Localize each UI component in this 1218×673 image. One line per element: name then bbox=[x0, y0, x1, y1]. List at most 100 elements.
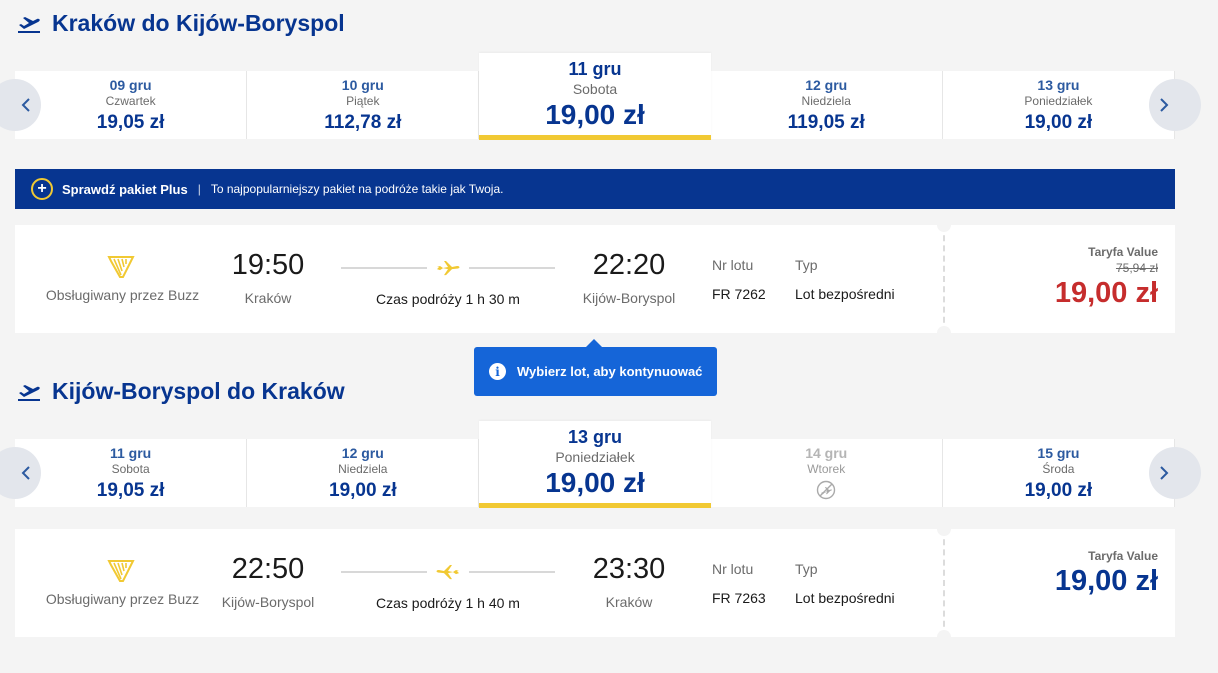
outbound-title: Kraków do Kijów-Boryspol bbox=[16, 10, 345, 37]
day-label: Poniedziałek bbox=[1024, 94, 1093, 108]
fare-label: Taryfa Value bbox=[1088, 549, 1158, 563]
day-label: Niedziela bbox=[801, 94, 851, 108]
arrival: 23:30 Kraków bbox=[559, 553, 699, 610]
date-label: 11 gru bbox=[109, 445, 152, 461]
departure-time: 19:50 bbox=[231, 249, 305, 281]
promo-banner[interactable]: + Sprawdź pakiet Plus | To najpopularnie… bbox=[15, 169, 1175, 209]
flight-duration: Czas podróży 1 h 40 m bbox=[376, 595, 520, 611]
next-dates-button[interactable] bbox=[1149, 447, 1201, 499]
fare-price: 19,00 zł bbox=[1054, 277, 1158, 309]
date-label: 12 gru bbox=[341, 445, 384, 461]
flight-duration: Czas podróży 1 h 30 m bbox=[376, 291, 520, 307]
date-option[interactable]: 11 gru Sobota 19,05 zł bbox=[15, 439, 248, 507]
select-flight-tooltip: i Wybierz lot, aby kontynuować bbox=[474, 339, 717, 396]
day-label: Środa bbox=[1042, 462, 1075, 476]
day-label: Niedziela bbox=[338, 462, 388, 476]
inbound-flight-card[interactable]: Obsługiwany przez Buzz 22:50 Kijów-Borys… bbox=[15, 529, 1175, 637]
route-line bbox=[341, 565, 555, 580]
fare-price: 19,00 zł bbox=[1054, 565, 1158, 597]
date-price: 19,05 zł bbox=[96, 480, 165, 501]
next-dates-button[interactable] bbox=[1149, 79, 1201, 131]
card-divider bbox=[943, 529, 945, 637]
departure-city: Kraków bbox=[244, 290, 292, 306]
date-option[interactable]: 09 gru Czwartek 19,05 zł bbox=[15, 71, 248, 139]
inbound-title: Kijów-Boryspol do Kraków bbox=[16, 378, 345, 405]
promo-separator: | bbox=[197, 182, 201, 196]
date-label: 14 gru bbox=[805, 445, 848, 461]
route-line bbox=[341, 261, 555, 276]
inbound-title-text: Kijów-Boryspol do Kraków bbox=[52, 378, 345, 404]
info-icon: i bbox=[489, 363, 506, 380]
no-flight-icon bbox=[816, 480, 836, 505]
date-option-selected[interactable]: 11 gru Sobota 19,00 zł bbox=[479, 53, 711, 140]
date-price: 19,00 zł bbox=[545, 467, 645, 498]
flight-number: FR 7263 bbox=[712, 590, 766, 606]
date-price: 19,05 zł bbox=[96, 112, 165, 133]
plane-takeoff-icon bbox=[16, 11, 42, 37]
date-price: 19,00 zł bbox=[1024, 112, 1093, 133]
promo-text: To najpopularniejszy pakiet na podróże t… bbox=[210, 182, 504, 196]
plane-icon bbox=[435, 562, 461, 585]
fare-label: Taryfa Value bbox=[1088, 245, 1158, 259]
date-price: 19,00 zł bbox=[329, 480, 397, 501]
day-label: Poniedziałek bbox=[555, 449, 635, 465]
arrival-time: 22:20 bbox=[592, 249, 666, 281]
departure: 19:50 Kraków bbox=[198, 249, 338, 306]
date-label: 13 gru bbox=[567, 427, 623, 447]
date-label: 13 gru bbox=[1037, 77, 1080, 93]
departure-city: Kijów-Boryspol bbox=[221, 594, 315, 610]
flight-number: FR 7262 bbox=[712, 286, 766, 302]
date-label: 15 gru bbox=[1037, 445, 1080, 461]
promo-title: Sprawdź pakiet Plus bbox=[62, 181, 188, 197]
flight-number-label: Nr lotu bbox=[712, 561, 754, 577]
date-option[interactable]: 12 gru Niedziela 119,05 zł bbox=[711, 71, 943, 139]
departure: 22:50 Kijów-Boryspol bbox=[198, 553, 338, 610]
day-label: Sobota bbox=[111, 462, 150, 476]
flight-type: Lot bezpośredni bbox=[795, 590, 895, 606]
card-divider bbox=[943, 225, 945, 333]
flight-type: Lot bezpośredni bbox=[795, 286, 895, 302]
plus-circle-icon: + bbox=[31, 178, 53, 200]
day-label: Wtorek bbox=[807, 462, 846, 476]
date-label: 12 gru bbox=[805, 77, 848, 93]
chevron-right-icon bbox=[1160, 466, 1169, 480]
date-label: 11 gru bbox=[568, 59, 622, 79]
outbound-title-text: Kraków do Kijów-Boryspol bbox=[52, 10, 345, 36]
flight-type-label: Typ bbox=[795, 561, 818, 577]
date-price: 19,00 zł bbox=[1024, 480, 1093, 501]
fare-box: Taryfa Value 19,00 zł bbox=[1055, 549, 1158, 598]
tooltip-text: Wybierz lot, aby kontynuować bbox=[517, 364, 703, 379]
date-price: 19,00 zł bbox=[545, 99, 645, 130]
departure-time: 22:50 bbox=[231, 553, 305, 585]
day-label: Czwartek bbox=[105, 94, 156, 108]
date-option[interactable]: 10 gru Piątek 112,78 zł bbox=[247, 71, 480, 139]
arrival: 22:20 Kijów-Boryspol bbox=[559, 249, 699, 306]
arrival-city: Kraków bbox=[605, 594, 653, 610]
plane-icon bbox=[435, 258, 461, 281]
outbound-date-carousel: 09 gru Czwartek 19,05 zł 10 gru Piątek 1… bbox=[0, 53, 1201, 140]
inbound-date-carousel: 11 gru Sobota 19,05 zł 12 gru Niedziela … bbox=[0, 421, 1201, 508]
date-price: 112,78 zł bbox=[324, 112, 402, 133]
flight-number-label: Nr lotu bbox=[712, 257, 754, 273]
date-option[interactable]: 12 gru Niedziela 19,00 zł bbox=[247, 439, 480, 507]
day-label: Piątek bbox=[346, 94, 380, 108]
fare-old-price: 75,94 zł bbox=[1115, 261, 1158, 275]
date-option-selected[interactable]: 13 gru Poniedziałek 19,00 zł bbox=[479, 421, 711, 508]
fare-box: Taryfa Value 75,94 zł 19,00 zł bbox=[1055, 245, 1158, 310]
arrival-time: 23:30 bbox=[592, 553, 666, 585]
day-label: Sobota bbox=[572, 81, 618, 97]
chevron-left-icon bbox=[21, 98, 30, 112]
date-option[interactable]: 15 gru Środa 19,00 zł bbox=[943, 439, 1176, 507]
plane-takeoff-icon bbox=[16, 379, 42, 405]
chevron-left-icon bbox=[21, 466, 30, 480]
date-option-unavailable: 14 gru Wtorek bbox=[711, 439, 943, 507]
date-price: 119,05 zł bbox=[787, 112, 865, 133]
flight-type-label: Typ bbox=[795, 257, 818, 273]
date-label: 09 gru bbox=[109, 77, 152, 93]
date-option[interactable]: 13 gru Poniedziałek 19,00 zł bbox=[943, 71, 1176, 139]
date-label: 10 gru bbox=[341, 77, 384, 93]
arrival-city: Kijów-Boryspol bbox=[582, 290, 676, 306]
outbound-flight-card[interactable]: Obsługiwany przez Buzz 19:50 Kraków Czas… bbox=[15, 225, 1175, 333]
harp-logo-icon bbox=[107, 557, 135, 588]
harp-logo-icon bbox=[107, 253, 135, 284]
